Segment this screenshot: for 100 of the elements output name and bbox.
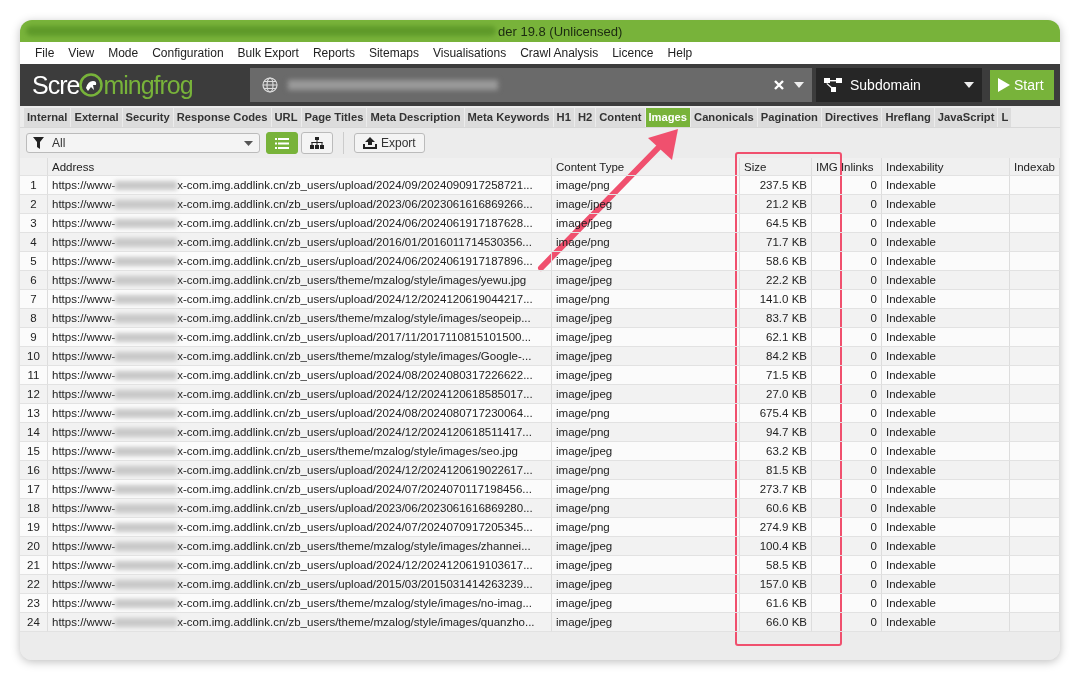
tab[interactable]: Content bbox=[596, 108, 645, 127]
menu-item[interactable]: Configuration bbox=[145, 46, 231, 60]
address-text: https://www- bbox=[52, 311, 116, 326]
redacted-text-blur bbox=[115, 409, 178, 418]
view-toggle-button[interactable] bbox=[301, 132, 333, 154]
address-text: x-com.img.addlink.cn/zb_users/upload/2024/12/2024120618585017... bbox=[177, 387, 533, 402]
menu-item[interactable]: Mode bbox=[101, 46, 146, 60]
menu-item[interactable]: Reports bbox=[305, 46, 362, 60]
redacted-text-blur bbox=[115, 314, 178, 323]
address-text: x-com.img.addlink.cn/zb_users/upload/2023/06/2023061616869280... bbox=[177, 501, 533, 516]
list-icon bbox=[275, 137, 289, 149]
tab[interactable]: Hreflang bbox=[882, 108, 934, 127]
table-row[interactable]: 6 https://www- x-com.img.addlink.cn/zb_users/theme/mzalog/style/images/yewu.jpg image/jpeg 22.2 KB 0 Indexable bbox=[20, 271, 1060, 290]
play-icon bbox=[998, 78, 1010, 92]
address-text: https://www- bbox=[52, 463, 116, 478]
export-button[interactable]: Export bbox=[354, 133, 425, 153]
filter-dropdown[interactable]: All bbox=[26, 133, 260, 153]
logo-text: mingfrog bbox=[103, 70, 193, 100]
globe-icon bbox=[262, 77, 278, 93]
table-row[interactable]: 14 https://www- x-com.img.addlink.cn/zb_users/upload/2024/12/2024120618511417... image/png 94.7 KB 0 Indexable bbox=[20, 423, 1060, 442]
redacted-text-blur bbox=[115, 542, 178, 551]
table-row[interactable]: 9 https://www- x-com.img.addlink.cn/zb_users/upload/2017/11/2017110815101500... image/jpeg 62.1 KB 0 Indexable bbox=[20, 328, 1060, 347]
address-text: https://www- bbox=[52, 273, 116, 288]
menu-item[interactable]: Sitemaps bbox=[361, 46, 426, 60]
tab[interactable]: L bbox=[998, 108, 1012, 127]
caret-icon bbox=[244, 140, 253, 146]
window-title: der 19.8 (Unlicensed) bbox=[498, 23, 623, 39]
menu-item[interactable]: Bulk Export bbox=[230, 46, 306, 60]
table-row[interactable]: 8 https://www- x-com.img.addlink.cn/zb_users/theme/mzalog/style/images/seopeip... image/jpeg 83.7 KB 0 Indexable bbox=[20, 309, 1060, 328]
table-cell: 66.0 KB bbox=[740, 613, 812, 632]
redacted-text-blur bbox=[115, 181, 178, 190]
tab[interactable]: H1 bbox=[553, 108, 574, 127]
table-row[interactable]: 7 https://www- x-com.img.addlink.cn/zb_users/upload/2024/12/2024120619044217... image/png 141.0 KB 0 Indexable bbox=[20, 290, 1060, 309]
address-text: https://www- bbox=[52, 197, 116, 212]
redacted-text-blur bbox=[115, 276, 178, 285]
frog-logo-icon bbox=[79, 73, 104, 97]
table-row[interactable]: 17 https://www- x-com.img.addlink.cn/zb_users/upload/2024/07/2024070117198456... image/png 273.7 KB 0 Indexable bbox=[20, 480, 1060, 499]
tab[interactable]: H2 bbox=[574, 108, 596, 127]
table-row[interactable]: 20 https://www- x-com.img.addlink.cn/zb_users/theme/mzalog/style/images/zhannei... image/jpeg 100.4 KB 0 Indexable bbox=[20, 537, 1060, 556]
row-number: 24 bbox=[20, 613, 48, 632]
tab[interactable]: Internal bbox=[24, 108, 71, 127]
upload-icon bbox=[363, 137, 377, 149]
clear-icon[interactable] bbox=[774, 80, 784, 90]
tab[interactable]: Meta Description bbox=[367, 108, 464, 127]
table-row[interactable]: 11 https://www- x-com.img.addlink.cn/zb_users/upload/2024/08/2024080317226622... image/jpeg 71.5 KB 0 Indexable bbox=[20, 366, 1060, 385]
address-text: https://www- bbox=[52, 235, 116, 250]
table-cell: 0 bbox=[812, 613, 882, 632]
funnel-icon bbox=[33, 137, 44, 149]
table-cell: image/jpeg bbox=[552, 613, 740, 632]
address-text: https://www- bbox=[52, 596, 116, 611]
view-toggle-button[interactable] bbox=[266, 132, 298, 154]
tab[interactable]: URL bbox=[271, 108, 301, 127]
address-text: x-com.img.addlink.cn/zb_users/upload/2024/09/2024090917258721... bbox=[177, 178, 533, 193]
address-text: https://www- bbox=[52, 501, 116, 516]
redacted-text-blur bbox=[115, 238, 178, 247]
address-text: https://www- bbox=[52, 368, 116, 383]
tab[interactable]: Canonicals bbox=[691, 108, 757, 127]
address-text: https://www- bbox=[52, 349, 116, 364]
redacted-text-blur bbox=[115, 200, 178, 209]
address-text: https://www- bbox=[52, 178, 116, 193]
tab[interactable]: JavaScript bbox=[934, 108, 998, 127]
address-text: x-com.img.addlink.cn/zb_users/theme/mzalog/style/images/no-imag... bbox=[177, 596, 532, 611]
table-row[interactable]: 13 https://www- x-com.img.addlink.cn/zb_users/upload/2024/08/2024080717230064... image/png 675.4 KB 0 Indexable bbox=[20, 404, 1060, 423]
tab[interactable]: External bbox=[71, 108, 122, 127]
table-row[interactable]: 19 https://www- x-com.img.addlink.cn/zb_users/upload/2024/07/2024070917205345... image/png 274.9 KB 0 Indexable bbox=[20, 518, 1060, 537]
caret-icon[interactable] bbox=[794, 82, 804, 88]
menu-item[interactable]: View bbox=[61, 46, 102, 60]
table-row[interactable]: 24 https://www- x-com.img.addlink.cn/zb_users/theme/mzalog/style/images/quanzho... image/jpeg 66.0 KB 0 Indexable bbox=[20, 613, 1060, 632]
menu-item[interactable]: Licence bbox=[605, 46, 661, 60]
menu-item[interactable]: Help bbox=[660, 46, 700, 60]
address-text: x-com.img.addlink.cn/zb_users/upload/2015/03/2015031414263239... bbox=[177, 577, 533, 592]
address-text: x-com.img.addlink.cn/zb_users/upload/2024/12/2024120619022617... bbox=[177, 463, 533, 478]
table-row[interactable]: 22 https://www- x-com.img.addlink.cn/zb_users/upload/2015/03/2015031414263239... image/jpeg 157.0 KB 0 Indexable bbox=[20, 575, 1060, 594]
tab[interactable]: Page Titles bbox=[301, 108, 367, 127]
menu-item[interactable]: Visualisations bbox=[426, 46, 514, 60]
menu-item[interactable]: File bbox=[28, 46, 62, 60]
address-text: https://www- bbox=[52, 254, 116, 269]
tab[interactable]: Response Codes bbox=[173, 108, 271, 127]
table-row[interactable]: 18 https://www- x-com.img.addlink.cn/zb_users/upload/2023/06/2023061616869280... image/png 60.6 KB 0 Indexable bbox=[20, 499, 1060, 518]
address-text: x-com.img.addlink.cn/zb_users/theme/mzalog/style/images/seo.jpg bbox=[177, 444, 518, 459]
table-row[interactable]: 15 https://www- x-com.img.addlink.cn/zb_users/theme/mzalog/style/images/seo.jpg image/jpeg 63.2 KB 0 Indexable bbox=[20, 442, 1060, 461]
table-row[interactable]: 12 https://www- x-com.img.addlink.cn/zb_users/upload/2024/12/2024120618585017... image/jpeg 27.0 KB 0 Indexable bbox=[20, 385, 1060, 404]
tab[interactable]: Meta Keywords bbox=[464, 108, 553, 127]
table-row[interactable]: 1 https://www- x-com.img.addlink.cn/zb_users/upload/2024/09/2024090917258721... image/png 237.5 KB 0 Indexable bbox=[20, 176, 1060, 195]
address-text: x-com.img.addlink.cn/zb_users/upload/2024/12/2024120618511417... bbox=[177, 425, 532, 440]
tab[interactable]: Pagination bbox=[757, 108, 821, 127]
table-row[interactable]: 21 https://www- x-com.img.addlink.cn/zb_users/upload/2024/12/2024120619103617... image/jpeg 58.5 KB 0 Indexable bbox=[20, 556, 1060, 575]
address-text: https://www- bbox=[52, 444, 116, 459]
address-text: x-com.img.addlink.cn/zb_users/upload/2017/11/2017110815101500... bbox=[177, 330, 532, 345]
mode-dropdown[interactable]: Subdomain bbox=[816, 68, 982, 102]
address-text: https://www- bbox=[52, 577, 116, 592]
table-row[interactable]: 23 https://www- x-com.img.addlink.cn/zb_users/theme/mzalog/style/images/no-imag... image/jpeg 61.6 KB 0 Indexable bbox=[20, 594, 1060, 613]
redacted-text-blur bbox=[115, 561, 178, 570]
tab[interactable]: Security bbox=[122, 108, 173, 127]
tab[interactable]: Directives bbox=[821, 108, 882, 127]
menu-item[interactable]: Crawl Analysis bbox=[513, 46, 606, 60]
table-row[interactable]: 16 https://www- x-com.img.addlink.cn/zb_users/upload/2024/12/2024120619022617... image/png 81.5 KB 0 Indexable bbox=[20, 461, 1060, 480]
url-field[interactable] bbox=[250, 68, 812, 102]
table-row[interactable]: 10 https://www- x-com.img.addlink.cn/zb_users/theme/mzalog/style/images/Google-... image/jpeg 84.2 KB 0 Indexable bbox=[20, 347, 1060, 366]
table-row[interactable]: 5 https://www- x-com.img.addlink.cn/zb_users/upload/2024/06/2024061917187896... image/jpeg 58.6 KB 0 Indexable bbox=[20, 252, 1060, 271]
